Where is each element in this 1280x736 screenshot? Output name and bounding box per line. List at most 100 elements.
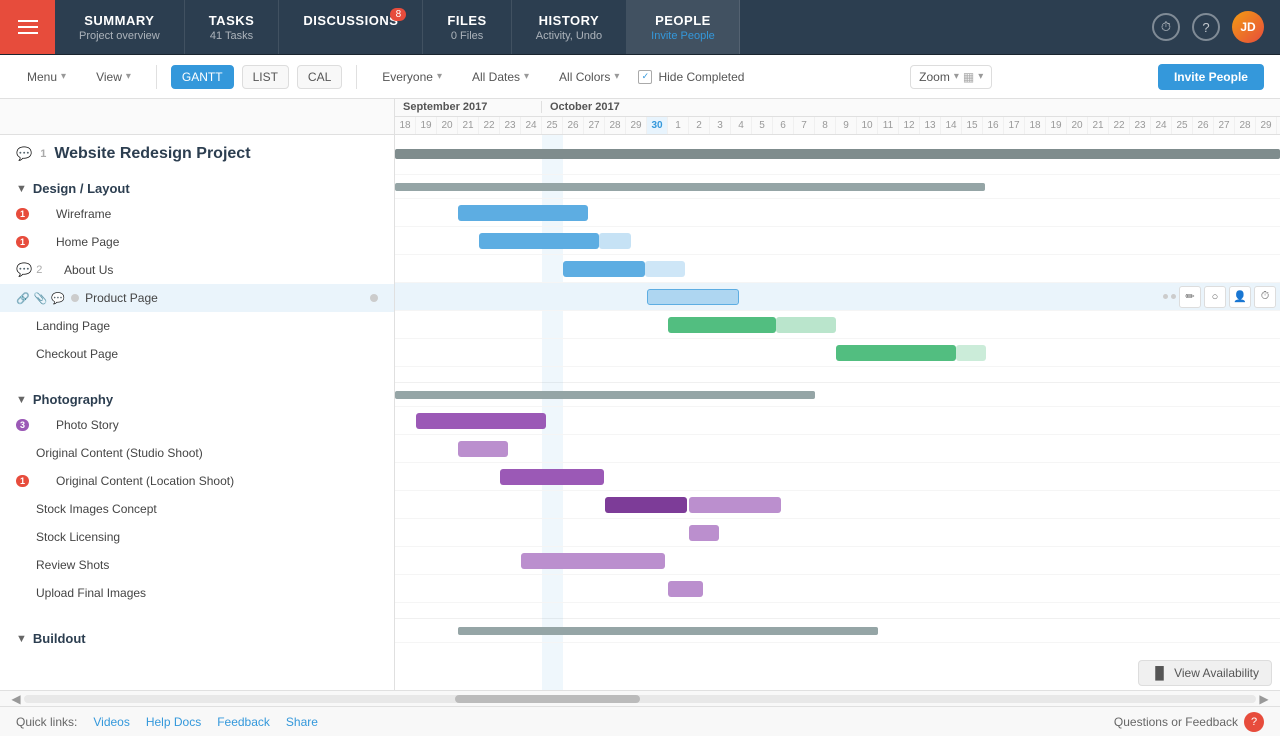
- task-productpage-name: Product Page: [85, 291, 370, 305]
- circle-action-btn[interactable]: ○: [1204, 286, 1226, 308]
- clock-icon[interactable]: ⏱: [1152, 13, 1180, 41]
- gantt-reviewshots-row: [395, 547, 1280, 575]
- studioshoot-bar: [458, 441, 508, 457]
- invite-people-button[interactable]: Invite People: [1158, 64, 1264, 90]
- task-stock-licensing[interactable]: Stock Licensing: [0, 523, 394, 551]
- nav-people[interactable]: PEOPLE Invite People: [627, 0, 740, 54]
- scroll-and-bottom: ◀ ▶ ▐▌ View Availability: [0, 690, 1280, 706]
- gantt-aboutus-row: [395, 255, 1280, 283]
- dot-2: [1171, 294, 1176, 299]
- checkoutpage-bar-2: [956, 345, 986, 361]
- dot-left: [400, 289, 404, 305]
- nav-tasks[interactable]: TASKS 41 Tasks: [185, 0, 280, 54]
- clip-icon: 📎: [34, 292, 48, 305]
- task-licensing-name: Stock Licensing: [36, 530, 378, 544]
- horizontal-scrollbar[interactable]: ◀ ▶: [0, 690, 1280, 706]
- list-button[interactable]: LIST: [242, 65, 289, 89]
- hamburger-button[interactable]: [0, 0, 55, 54]
- task-homepage-name: Home Page: [56, 235, 378, 249]
- task-review-name: Review Shots: [36, 558, 378, 572]
- all-colors-filter[interactable]: All Colors ▾: [548, 65, 630, 89]
- checkoutpage-bar: [836, 345, 956, 361]
- aboutus-comment-count: 2: [36, 264, 42, 276]
- task-studio-shoot[interactable]: Original Content (Studio Shoot): [0, 439, 394, 467]
- zoom-chevron-icon: ▾: [954, 71, 959, 82]
- stockimages-bar-2: [689, 497, 781, 513]
- scroll-left-arrow[interactable]: ◀: [8, 691, 24, 707]
- edit-action-btn[interactable]: ✏: [1179, 286, 1201, 308]
- nav-history[interactable]: HISTORY Activity, Undo: [512, 0, 627, 54]
- spacer-gantt-2: [395, 603, 1280, 619]
- section-photography[interactable]: ▼ Photography: [0, 384, 394, 411]
- task-photostory[interactable]: 3 Photo Story: [0, 411, 394, 439]
- task-stock-images[interactable]: Stock Images Concept: [0, 495, 394, 523]
- gantt-checkoutpage-row: [395, 339, 1280, 367]
- reviewshots-bar: [521, 553, 665, 569]
- nav-summary[interactable]: SUMMARY Project overview: [55, 0, 185, 54]
- footer-link-helpdocs[interactable]: Help Docs: [146, 715, 201, 729]
- gantt-section-buildout-row: [395, 619, 1280, 643]
- task-productpage[interactable]: 🔗 📎 💬 Product Page: [0, 284, 394, 312]
- menu-chevron-icon: ▾: [61, 71, 66, 82]
- task-checkoutpage[interactable]: Checkout Page: [0, 340, 394, 368]
- everyone-filter[interactable]: Everyone ▾: [371, 65, 453, 89]
- photostory-comment-badge: 3: [16, 419, 29, 431]
- end-dot: [370, 294, 378, 302]
- nav-discussions[interactable]: DISCUSSIONS 8: [279, 0, 423, 54]
- hide-completed-toggle[interactable]: ✓ Hide Completed: [638, 70, 744, 84]
- separator-2: [356, 65, 357, 89]
- all-dates-filter[interactable]: All Dates ▾: [461, 65, 540, 89]
- gantt-landingpage-row: [395, 311, 1280, 339]
- view-availability-button[interactable]: ▐▌ View Availability: [1138, 660, 1272, 686]
- gantt-studioshoot-row: [395, 435, 1280, 463]
- homepage-bar: [479, 233, 599, 249]
- scroll-thumb[interactable]: [455, 695, 640, 703]
- view-button[interactable]: View ▾: [85, 65, 142, 89]
- bar-chart-icon: ▐▌: [1151, 666, 1168, 680]
- hide-completed-checkbox[interactable]: ✓: [638, 70, 652, 84]
- task-stock-images-name: Stock Images Concept: [36, 502, 378, 516]
- spacer-1: [0, 368, 394, 384]
- gantt-uploadimages-row: [395, 575, 1280, 603]
- left-panel: 💬 1 Website Redesign Project ▼ Design / …: [0, 99, 395, 690]
- homepage-bar-2: [599, 233, 631, 249]
- gantt-button[interactable]: GANTT: [171, 65, 234, 89]
- location-comment-badge: 1: [16, 475, 29, 487]
- help-icon[interactable]: ?: [1192, 13, 1220, 41]
- task-wireframe[interactable]: 1 Wireframe: [0, 200, 394, 228]
- scroll-right-arrow[interactable]: ▶: [1256, 691, 1272, 707]
- gantt-section-photo-row: [395, 383, 1280, 407]
- section-buildout[interactable]: ▼ Buildout: [0, 623, 394, 650]
- task-upload-name: Upload Final Images: [36, 586, 378, 600]
- user-avatar[interactable]: JD: [1232, 11, 1264, 43]
- footer-link-share[interactable]: Share: [286, 715, 318, 729]
- help-area: Questions or Feedback ?: [1114, 712, 1264, 732]
- month-oct-label: October 2017: [542, 101, 628, 113]
- uploadimages-bar: [668, 581, 703, 597]
- clock-action-btn[interactable]: ⏱: [1254, 286, 1276, 308]
- section-photo-bar: [395, 391, 815, 399]
- section-arrow-icon: ▼: [16, 183, 27, 195]
- task-review-shots[interactable]: Review Shots: [0, 551, 394, 579]
- task-homepage[interactable]: 1 Home Page: [0, 228, 394, 256]
- task-location-shoot[interactable]: 1 Original Content (Location Shoot): [0, 467, 394, 495]
- gantt-section-design-row: [395, 175, 1280, 199]
- nav-files[interactable]: FILES 0 Files: [423, 0, 511, 54]
- footer-link-feedback[interactable]: Feedback: [217, 715, 270, 729]
- chat-icon: 💬: [51, 292, 65, 305]
- footer-link-videos[interactable]: Videos: [93, 715, 129, 729]
- section-design-layout[interactable]: ▼ Design / Layout: [0, 173, 394, 200]
- section-design-bar: [395, 183, 985, 191]
- gantt-locationshoot-row: [395, 463, 1280, 491]
- month-sep-label: September 2017: [395, 101, 542, 113]
- help-bubble-icon[interactable]: ?: [1244, 712, 1264, 732]
- menu-button[interactable]: Menu ▾: [16, 65, 77, 89]
- zoom-grid-icon: ▦: [963, 70, 974, 84]
- zoom-control[interactable]: Zoom ▾ ▦ ▾: [910, 65, 992, 89]
- aboutus-bar-2: [645, 261, 685, 277]
- task-upload-images[interactable]: Upload Final Images: [0, 579, 394, 607]
- cal-button[interactable]: CAL: [297, 65, 342, 89]
- task-aboutus[interactable]: 💬 2 About Us: [0, 256, 394, 284]
- person-action-btn[interactable]: 👤: [1229, 286, 1251, 308]
- task-landingpage[interactable]: Landing Page: [0, 312, 394, 340]
